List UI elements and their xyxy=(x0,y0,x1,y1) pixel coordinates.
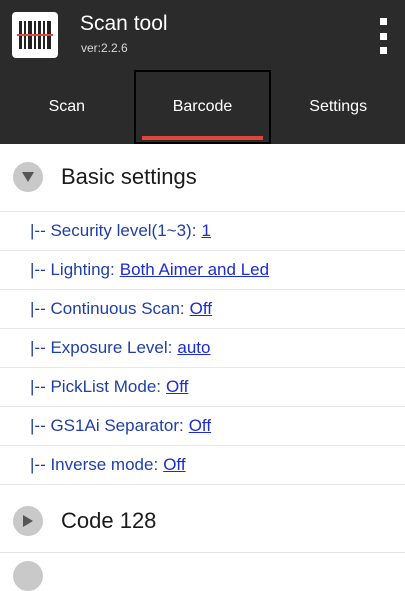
setting-inverse-mode: |-- Inverse mode: Off xyxy=(0,445,405,484)
setting-picklist-mode: |-- PickList Mode: Off xyxy=(0,367,405,406)
overflow-menu-icon[interactable] xyxy=(375,18,391,54)
setting-exposure-level: |-- Exposure Level: auto xyxy=(0,328,405,367)
setting-value-link[interactable]: Off xyxy=(166,377,188,397)
setting-gs1ai-separator: |-- GS1Ai Separator: Off xyxy=(0,406,405,445)
setting-value-link[interactable]: Off xyxy=(189,416,211,436)
setting-label: |-- Security level(1~3): xyxy=(30,221,197,240)
setting-label: |-- Continuous Scan: xyxy=(30,299,185,318)
group-basic-settings[interactable]: Basic settings xyxy=(0,148,405,206)
tab-bar: Scan Barcode Settings xyxy=(0,70,405,144)
group-label: Basic settings xyxy=(61,164,197,189)
setting-value-link[interactable]: Both Aimer and Led xyxy=(120,260,269,280)
group-label: Code 128 xyxy=(61,508,157,533)
app-title: Scan tool xyxy=(80,12,168,35)
setting-value-link[interactable]: Off xyxy=(163,455,185,475)
setting-lighting: |-- Lighting: Both Aimer and Led xyxy=(0,250,405,289)
setting-continuous-scan: |-- Continuous Scan: Off xyxy=(0,289,405,328)
next-group-icon[interactable] xyxy=(13,561,43,591)
barcode-icon xyxy=(12,12,58,58)
setting-security-level: |-- Security level(1~3): 1 xyxy=(0,211,405,250)
expanded-arrow-icon xyxy=(13,162,43,192)
setting-value-link[interactable]: auto xyxy=(177,338,210,358)
setting-label: |-- PickList Mode: xyxy=(30,377,162,396)
tab-settings[interactable]: Settings xyxy=(271,70,405,144)
group-code-128[interactable]: Code 128 xyxy=(0,492,405,550)
app-version: ver:2.2.6 xyxy=(81,41,128,55)
divider xyxy=(0,552,405,553)
setting-label: |-- GS1Ai Separator: xyxy=(30,416,184,435)
tab-barcode[interactable]: Barcode xyxy=(133,70,272,144)
setting-value-link[interactable]: 1 xyxy=(201,221,210,241)
app-bar: Scan tool ver:2.2.6 xyxy=(0,0,405,70)
setting-label: |-- Inverse mode: xyxy=(30,455,159,474)
divider xyxy=(0,484,405,485)
setting-label: |-- Lighting: xyxy=(30,260,115,279)
setting-value-link[interactable]: Off xyxy=(190,299,212,319)
setting-label: |-- Exposure Level: xyxy=(30,338,173,357)
collapsed-arrow-icon xyxy=(13,506,43,536)
tab-scan[interactable]: Scan xyxy=(0,70,134,144)
